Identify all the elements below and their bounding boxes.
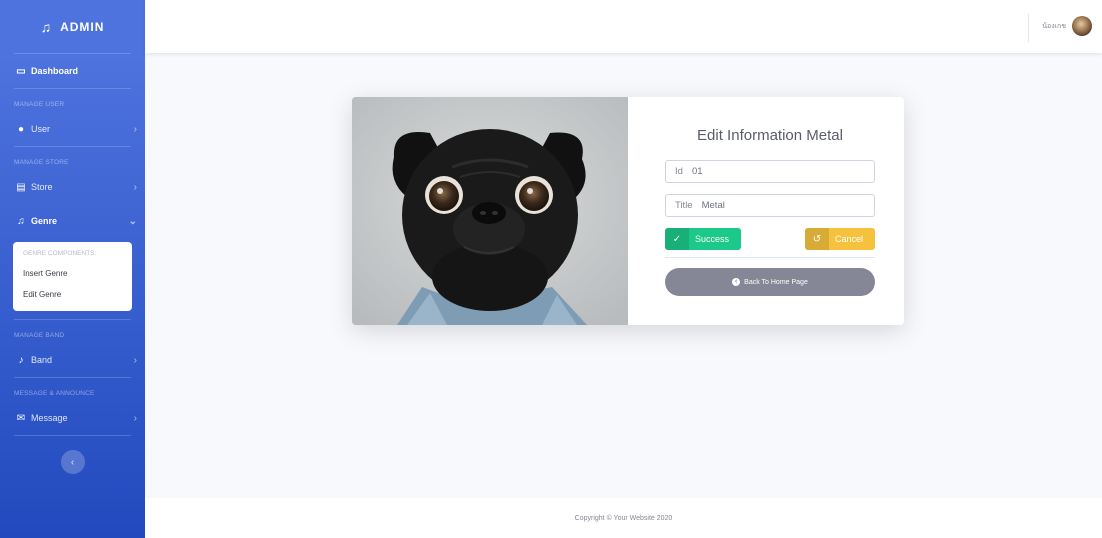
- form-divider: [665, 257, 875, 258]
- sidebar-heading-message: MESSAGE & ANNOUNCE: [14, 390, 95, 397]
- id-value: 01: [691, 166, 703, 177]
- sidebar-heading-store: MANAGE STORE: [14, 159, 69, 166]
- sidebar-item-band[interactable]: ♪ Band ›: [0, 343, 145, 377]
- edit-card: Edit Information Metal Id 01 Title Metal…: [352, 97, 904, 325]
- pug-photo: [352, 97, 628, 325]
- form-actions: ✓ Success ↺ Cancel: [665, 228, 875, 250]
- desktop-icon: ▭: [16, 65, 26, 77]
- envelope-open-icon: ✉: [16, 412, 26, 424]
- topbar: น้องเกช: [145, 0, 1102, 53]
- title-value: Metal: [701, 200, 725, 211]
- music-icon: ♫: [17, 215, 25, 227]
- chevron-right-icon: ›: [133, 181, 137, 193]
- sidebar: ♫ ADMIN ▭ Dashboard MANAGE USER ● User ›…: [0, 0, 145, 538]
- form-title: Edit Information Metal: [697, 127, 843, 144]
- sidebar-item-store[interactable]: ▤ Store ›: [0, 170, 145, 204]
- sidebar-item-label: Genre: [31, 216, 58, 226]
- sidebar-item-label: Store: [31, 182, 53, 192]
- undo-icon: ↺: [805, 228, 829, 250]
- sidebar-item-label: Band: [31, 355, 53, 365]
- sidebar-divider: [14, 435, 131, 436]
- copyright-text: Copyright © Your Website 2020: [574, 514, 673, 522]
- chevron-right-icon: ›: [133, 354, 137, 366]
- id-label: Id: [675, 166, 683, 177]
- back-home-label: Back To Home Page: [744, 278, 808, 286]
- success-label: Success: [695, 234, 730, 244]
- sidebar-item-dashboard[interactable]: ▭ Dashboard: [0, 54, 145, 88]
- chevron-right-icon: ›: [133, 123, 137, 135]
- sidebar-item-user[interactable]: ● User ›: [0, 112, 145, 146]
- chevron-right-icon: ›: [133, 412, 137, 424]
- sidebar-heading-user: MANAGE USER: [14, 101, 65, 108]
- sidebar-heading-band: MANAGE BAND: [14, 332, 65, 339]
- cancel-button[interactable]: ↺ Cancel: [805, 228, 875, 250]
- id-field[interactable]: Id 01: [665, 160, 875, 183]
- submenu-item-insert-genre[interactable]: Insert Genre: [13, 263, 132, 284]
- chevron-down-icon: ⌄: [128, 215, 137, 227]
- edit-form: Edit Information Metal Id 01 Title Metal…: [628, 97, 904, 325]
- chevron-left-icon: ‹: [70, 456, 75, 468]
- topbar-divider: [1028, 14, 1029, 42]
- user-edit-icon: ●: [17, 123, 25, 135]
- genre-submenu: GENRE COMPONENTS: Insert Genre Edit Genr…: [13, 242, 132, 311]
- guitar-icon: ♪: [18, 354, 24, 366]
- sidebar-toggle-button[interactable]: ‹: [60, 450, 85, 474]
- sidebar-item-label: Message: [31, 413, 68, 423]
- title-label: Title: [675, 200, 693, 211]
- sidebar-item-label: Dashboard: [31, 66, 79, 76]
- avatar[interactable]: [1072, 16, 1092, 36]
- user-menu[interactable]: น้องเกช: [1042, 16, 1092, 36]
- check-icon: ✓: [665, 228, 689, 250]
- sidebar-brand[interactable]: ♫ ADMIN: [0, 0, 145, 53]
- cancel-label: Cancel: [835, 234, 864, 244]
- submenu-item-edit-genre[interactable]: Edit Genre: [13, 284, 132, 305]
- sidebar-item-label: User: [31, 124, 51, 134]
- sidebar-item-message[interactable]: ✉ Message ›: [0, 401, 145, 435]
- sidebar-item-genre[interactable]: ♫ Genre ⌄: [0, 204, 145, 238]
- pug-image: [352, 97, 628, 325]
- submenu-header: GENRE COMPONENTS:: [23, 250, 97, 257]
- footer: Copyright © Your Website 2020: [145, 498, 1102, 538]
- title-field[interactable]: Title Metal: [665, 194, 875, 217]
- arrow-circle-left-icon: ‹: [732, 278, 741, 286]
- store-icon: ▤: [16, 181, 26, 193]
- music-note-icon: ♫: [40, 18, 53, 35]
- brand-text: ADMIN: [60, 19, 105, 34]
- back-home-button[interactable]: ‹ Back To Home Page: [665, 268, 875, 296]
- username: น้องเกช: [1042, 22, 1066, 30]
- success-button[interactable]: ✓ Success: [665, 228, 741, 250]
